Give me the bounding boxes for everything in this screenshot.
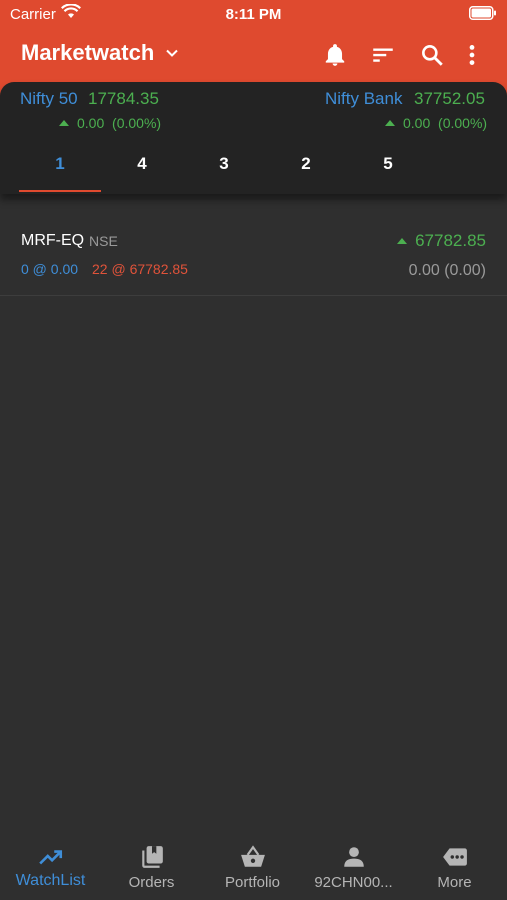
more-vert-icon[interactable] (459, 42, 485, 68)
watchlist-row[interactable]: MRF-EQ NSE 0 @ 0.00 22 @ 67782.85 67782.… (0, 212, 507, 296)
nav-orders[interactable]: Orders (101, 836, 202, 900)
nav-label: WatchList (15, 872, 86, 889)
up-arrow-icon (59, 120, 69, 126)
active-tab-indicator (19, 190, 101, 192)
nav-label: Portfolio (224, 874, 281, 891)
trending-up-icon (39, 850, 63, 865)
nav-label: 92CHN00... (314, 874, 393, 891)
status-time: 8:11 PM (225, 6, 282, 23)
symbol-name: MRF-EQ (21, 232, 85, 249)
search-icon[interactable] (419, 42, 445, 68)
up-arrow-icon (385, 120, 395, 126)
nav-label: Orders (128, 874, 175, 891)
up-arrow-icon (397, 238, 408, 244)
exchange-label: NSE (89, 233, 118, 249)
battery-icon (469, 6, 496, 20)
nav-label: More (437, 874, 472, 891)
index-change: 0.00 (0.00%) (59, 115, 161, 131)
indices-panel: Nifty 50 17784.35 0.00 (0.00%) Nifty Ban… (0, 82, 507, 194)
last-price: 67782.85 (397, 231, 486, 251)
sort-icon[interactable] (370, 42, 396, 68)
chevron-down-icon[interactable] (165, 46, 179, 60)
status-bar: Carrier 8:11 PM (0, 0, 507, 30)
index-change: 0.00 (0.00%) (385, 115, 487, 131)
nav-portfolio[interactable]: Portfolio (202, 836, 303, 900)
nav-more[interactable]: More (404, 836, 505, 900)
index-name[interactable]: Nifty 50 (20, 89, 78, 109)
bottom-nav: WatchList Orders Portfolio 92CHN00... Mo… (0, 836, 507, 900)
ask-quote: 22 @ 67782.85 (92, 261, 188, 277)
index-value: 37752.05 (414, 89, 485, 108)
index-name[interactable]: Nifty Bank (325, 89, 402, 109)
tab-1[interactable]: 1 (19, 144, 101, 184)
bid-quote: 0 @ 0.00 (21, 261, 79, 277)
bell-icon[interactable] (322, 42, 348, 68)
person-icon (344, 847, 364, 867)
more-chat-icon (443, 848, 467, 866)
tab-4[interactable]: 4 (101, 144, 183, 184)
nav-watchlist[interactable]: WatchList (0, 836, 101, 900)
basket-icon (241, 845, 265, 867)
price-change: 0.00 (0.00) (408, 262, 486, 279)
index-value: 17784.35 (88, 89, 159, 108)
page-title[interactable]: Marketwatch (21, 40, 154, 66)
tab-3[interactable]: 3 (183, 144, 265, 184)
tab-2[interactable]: 2 (265, 144, 347, 184)
tab-5[interactable]: 5 (347, 144, 429, 184)
nav-profile[interactable]: 92CHN00... (303, 836, 404, 900)
orders-icon (142, 846, 163, 868)
